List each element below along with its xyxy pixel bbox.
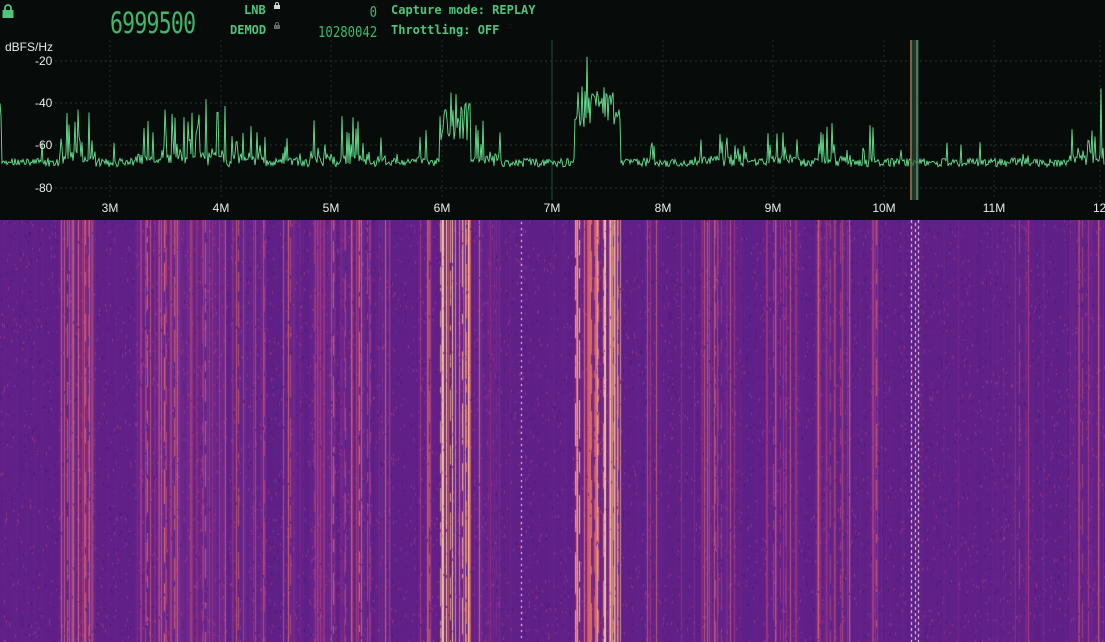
- center-frequency-display[interactable]: 6999500: [110, 6, 196, 40]
- x-tick-label: 8M: [654, 201, 672, 215]
- x-tick-label: 3M: [101, 201, 119, 215]
- x-tick-label: 5M: [322, 201, 340, 215]
- y-tick-label: -20: [35, 54, 53, 68]
- capture-mode-status: Capture mode: REPLAY: [391, 3, 536, 17]
- x-tick-label: 12: [1093, 201, 1105, 215]
- y-tick-label: -40: [35, 96, 53, 110]
- x-tick-label: 9M: [764, 201, 782, 215]
- x-tick-label: 11M: [982, 201, 1006, 215]
- x-tick-label: 10M: [872, 201, 896, 215]
- lnb-label: LNB: [244, 3, 266, 17]
- x-tick-label: 7M: [543, 201, 561, 215]
- waterfall-display[interactable]: [0, 220, 1105, 642]
- top-status-bar: 6999500 LNB DEMOD 0 10280042 Capture mod…: [0, 0, 1105, 40]
- lnb-frequency-value[interactable]: 0: [370, 4, 377, 20]
- lnb-lock-icon[interactable]: [274, 2, 280, 9]
- demod-lock-icon[interactable]: [274, 22, 280, 29]
- y-tick-label: -60: [35, 138, 53, 152]
- spectrum-plot[interactable]: [0, 40, 1105, 220]
- demod-label: DEMOD: [230, 23, 267, 37]
- x-tick-label: 4M: [212, 201, 230, 215]
- spectrum-unit-label: dBFS/Hz: [5, 40, 54, 54]
- x-tick-label: 6M: [433, 201, 451, 215]
- y-tick-label: -80: [35, 181, 53, 195]
- throttling-status: Throttling: OFF: [391, 23, 500, 37]
- demod-frequency-value[interactable]: 10280042: [318, 24, 377, 40]
- lock-icon[interactable]: [2, 4, 14, 18]
